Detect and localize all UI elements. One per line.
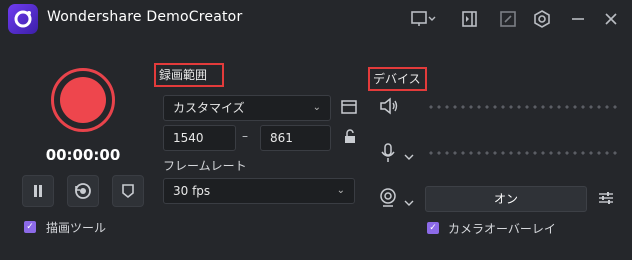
restart-icon (75, 183, 91, 199)
display-dropdown-icon[interactable] (410, 9, 436, 29)
draw-tool-label: 描画ツール (46, 221, 107, 235)
app-title: Wondershare DemoCreator (47, 9, 243, 25)
shield-icon (122, 184, 134, 199)
panel-icon[interactable] (460, 9, 480, 29)
pause-button[interactable] (22, 175, 54, 207)
recording-area-header: 録画範囲 (154, 63, 224, 87)
camera-toggle-button[interactable]: オン (425, 186, 587, 212)
pause-icon (34, 185, 42, 197)
chevron-down-icon: ⌄ (312, 102, 321, 113)
height-input[interactable]: 861 (260, 125, 331, 151)
record-button-dot[interactable] (60, 77, 106, 123)
sliders-settings-icon[interactable] (597, 189, 615, 211)
chevron-down-icon[interactable] (404, 193, 414, 212)
lock-icon[interactable] (343, 129, 357, 149)
camera-overlay-checkbox[interactable]: ✓ (427, 222, 439, 234)
recording-timer: 00:00:00 (45, 146, 121, 164)
draw-tool-checkbox[interactable]: ✓ (24, 221, 36, 233)
framerate-dropdown[interactable]: 30 fps ⌄ (163, 178, 355, 204)
close-icon[interactable] (601, 9, 621, 29)
microphone-level-meter (427, 151, 617, 155)
area-mode-value: カスタマイズ (173, 101, 245, 115)
settings-gear-icon[interactable] (532, 9, 552, 29)
camera-overlay-label: カメラオーバーレイ (448, 222, 556, 236)
framerate-label: フレームレート (163, 159, 247, 173)
chevron-down-icon: ⌄ (336, 185, 345, 196)
app-logo-icon (8, 4, 38, 34)
speaker-icon[interactable] (378, 96, 400, 120)
microphone-icon[interactable] (380, 142, 396, 168)
area-mode-dropdown[interactable]: カスタマイズ ⌄ (163, 95, 331, 121)
screenshot-button[interactable] (112, 175, 144, 207)
select-area-icon[interactable] (340, 98, 358, 120)
minimize-icon[interactable] (568, 9, 588, 29)
chevron-down-icon[interactable] (404, 147, 414, 166)
width-input[interactable]: 1540 (163, 125, 236, 151)
dimension-separator: – (242, 129, 248, 143)
webcam-icon[interactable] (378, 187, 398, 213)
resize-icon[interactable] (498, 9, 518, 29)
restart-button[interactable] (67, 175, 99, 207)
speaker-level-meter (427, 105, 617, 109)
framerate-value: 30 fps (173, 184, 211, 198)
devices-header: デバイス (368, 67, 427, 91)
